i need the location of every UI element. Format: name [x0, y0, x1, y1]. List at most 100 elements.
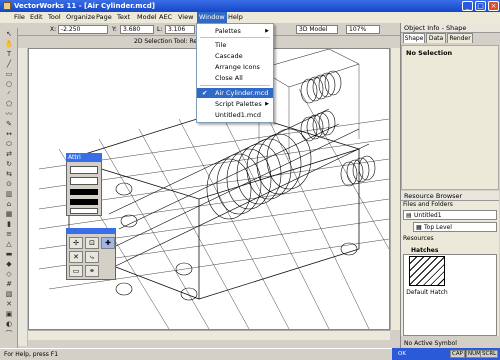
text-tool-icon[interactable]: T	[2, 50, 16, 59]
menu-text[interactable]: Text	[117, 12, 130, 23]
horizontal-scrollbar[interactable]	[28, 330, 390, 340]
app-icon	[3, 2, 11, 10]
y-field[interactable]: 3.680	[120, 25, 154, 34]
default-hatch-swatch[interactable]	[409, 256, 445, 286]
mirror-tool-icon[interactable]: ⇆	[2, 170, 16, 179]
status-text: For Help, press F1	[4, 351, 59, 358]
menu-view[interactable]: View	[178, 12, 193, 23]
roof-tool-icon[interactable]: △	[2, 240, 16, 249]
level-select[interactable]: ▦ Top Level	[413, 222, 497, 232]
hatches-group-label: Hatches	[403, 246, 497, 255]
sweep-tool-icon[interactable]: ◐	[2, 320, 16, 329]
door-tool-icon[interactable]: ⌂	[2, 200, 16, 209]
hatch-tool-icon[interactable]: ▧	[2, 290, 16, 299]
view-select[interactable]: 3D Model	[296, 25, 338, 34]
menu-item-cascade[interactable]: Cascade	[197, 51, 273, 61]
attributes-palette	[66, 153, 102, 216]
menu-tool[interactable]: Tool	[48, 12, 61, 23]
tab-shape[interactable]: Shape	[403, 33, 425, 43]
tab-render[interactable]: Render	[447, 33, 473, 43]
dimension-tool-icon[interactable]: ↔	[2, 130, 16, 139]
file-name: Untitled1	[414, 212, 442, 219]
resource-browser-title: Resource Browser	[401, 191, 499, 201]
x-icon[interactable]: ✕	[69, 251, 83, 263]
maximize-button[interactable]: □	[475, 1, 486, 11]
cursor-icon[interactable]: ⤷	[85, 251, 99, 263]
x-label: X:	[50, 26, 57, 33]
active-symbol-label: No Active Symbol	[404, 340, 457, 347]
arc-tool-icon[interactable]: ◜	[2, 90, 16, 99]
menu-page[interactable]: Page	[96, 12, 112, 23]
menu-item-air-cylinder-label: Air Cylinder.mcd	[215, 89, 269, 97]
menu-item-tile[interactable]: Tile	[197, 40, 273, 50]
tab-data[interactable]: Data	[426, 33, 446, 43]
level-name: Top Level	[424, 224, 452, 231]
attributes-palette-title: Attri	[66, 153, 102, 162]
loci-tool-icon[interactable]: ✕	[2, 300, 16, 309]
line-tool-icon[interactable]: ╱	[2, 60, 16, 69]
arrowhead-swatch[interactable]	[70, 208, 98, 214]
vertical-scrollbar[interactable]	[390, 48, 400, 330]
close-button[interactable]: ×	[488, 1, 499, 11]
wall-tool-icon[interactable]: ▥	[2, 190, 16, 199]
flip-tool-icon[interactable]: ⇄	[2, 150, 16, 159]
menu-item-palettes[interactable]: Palettes ▶	[197, 26, 273, 36]
fit-icon[interactable]: ⊡	[85, 237, 99, 249]
menu-edit[interactable]: Edit	[30, 12, 43, 23]
x-field[interactable]: -2.250	[58, 25, 108, 34]
selection-tool-icon[interactable]: ↖	[2, 30, 16, 39]
object-info-title: Object Info - Shape	[401, 23, 500, 33]
column-tool-icon[interactable]: ▮	[2, 220, 16, 229]
grid-tool-icon[interactable]: #	[2, 280, 16, 289]
menu-file[interactable]: File	[14, 12, 25, 23]
symbol-tool-icon[interactable]: ◆	[2, 260, 16, 269]
menu-aec[interactable]: AEC	[159, 12, 172, 23]
line-style-swatch[interactable]	[70, 199, 98, 205]
no-selection-label: No Selection	[406, 49, 453, 57]
menu-item-arrange-icons[interactable]: Arrange Icons	[197, 62, 273, 72]
eyedropper-tool-icon[interactable]: ⊙	[2, 180, 16, 189]
polyline-tool-icon[interactable]: 〰	[2, 110, 16, 119]
window-tool-icon[interactable]: ▦	[2, 210, 16, 219]
triangle-right-icon: ▶	[265, 28, 269, 34]
oval-tool-icon[interactable]: ⬭	[2, 140, 16, 149]
fill-swatch[interactable]	[70, 166, 98, 174]
menu-window[interactable]: Window	[197, 12, 227, 23]
circle-tool-icon[interactable]: ○	[2, 80, 16, 89]
menu-item-air-cylinder[interactable]: ✔ Air Cylinder.mcd	[197, 88, 273, 98]
menu-help[interactable]: Help	[228, 12, 243, 23]
line-weight-swatch[interactable]	[70, 189, 98, 195]
rotate-tool-icon[interactable]: ↻	[2, 160, 16, 169]
rectangle-icon[interactable]: ▭	[69, 265, 83, 277]
crosshair-icon[interactable]: ✚	[101, 237, 115, 249]
menu-item-close-all[interactable]: Close All	[197, 73, 273, 83]
extrude-tool-icon[interactable]: ▣	[2, 310, 16, 319]
polygon-tool-icon[interactable]: ⬠	[2, 100, 16, 109]
caps-lock-indicator: CAP	[450, 350, 465, 358]
ime-ok-label[interactable]: OK	[398, 350, 406, 358]
rectangle-tool-icon[interactable]: ▭	[2, 70, 16, 79]
callout-tool-icon[interactable]: ◇	[2, 270, 16, 279]
move-icon[interactable]: ✢	[69, 237, 83, 249]
minimize-button[interactable]: _	[462, 1, 473, 11]
fillet-tool-icon[interactable]: ⌒	[2, 330, 16, 339]
secondary-tool-palette	[18, 48, 28, 346]
files-and-folders-label: Files and Folders	[403, 201, 453, 208]
stair-tool-icon[interactable]: ≡	[2, 230, 16, 239]
slab-tool-icon[interactable]: ▬	[2, 250, 16, 259]
pan-tool-icon[interactable]: ✋	[2, 40, 16, 49]
freehand-tool-icon[interactable]: ✎	[2, 120, 16, 129]
zoom-field[interactable]: 107%	[346, 25, 380, 34]
menu-model[interactable]: Model	[137, 12, 157, 23]
link-icon[interactable]: ⚭	[85, 265, 99, 277]
l-field[interactable]: 3.106	[165, 25, 195, 34]
menu-bar: File Edit Tool Organize Page Text Model …	[0, 12, 500, 23]
file-select[interactable]: ▤ Untitled1	[403, 210, 497, 220]
menu-organize[interactable]: Organize	[66, 12, 95, 23]
menu-item-script-palettes[interactable]: Script Palettes ▶	[197, 99, 273, 109]
menu-item-untitled1[interactable]: Untitled1.mcd	[197, 110, 273, 120]
pen-swatch[interactable]	[70, 177, 98, 185]
folder-icon: ▦	[416, 224, 422, 231]
3d-tools-palette: ✢ ⊡ ✚ ✕ ⤷ ▭ ⚭	[66, 228, 116, 280]
3d-tools-title-bar	[66, 228, 116, 234]
